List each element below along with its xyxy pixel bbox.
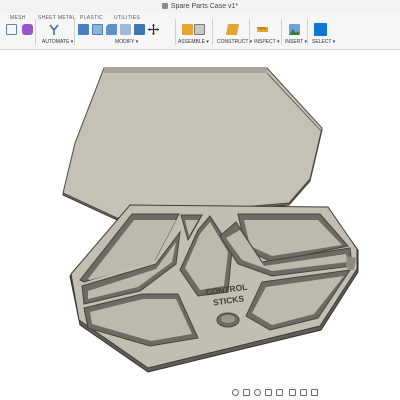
tab-utilities[interactable]: UTILITIES [114, 15, 140, 21]
inspect-group: INSPECT ▾ [252, 13, 282, 49]
look-at-icon[interactable] [243, 389, 250, 396]
ribbon-divider [307, 19, 308, 45]
tab-sheet-metal[interactable]: SHEET METAL [38, 15, 76, 21]
press-pull-icon[interactable] [78, 24, 89, 35]
tab-mesh[interactable]: MESH [10, 15, 26, 21]
chamfer-icon[interactable] [106, 24, 117, 35]
fillet-icon[interactable] [92, 24, 103, 35]
joint-icon[interactable] [194, 24, 205, 35]
mesh-form-icon[interactable] [22, 24, 33, 35]
grid-settings-icon[interactable] [300, 389, 307, 396]
inspect-menu[interactable]: INSPECT ▾ [254, 39, 279, 45]
canvas-viewport[interactable]: CONTROL STICKS [0, 50, 400, 386]
document-icon [161, 3, 168, 10]
document-title: Spare Parts Case v1* [170, 3, 239, 10]
navigation-bar [0, 386, 400, 400]
zoom-icon[interactable] [265, 389, 272, 396]
automate-icon[interactable] [48, 24, 60, 36]
move-icon[interactable] [148, 24, 159, 35]
ribbon-divider [74, 19, 75, 45]
toolbar-ribbon: MESH SHEET METAL AUTOMATE ▾ PLASTIC UTIL… [0, 13, 400, 50]
modify-group: PLASTIC UTILITIES MODIFY ▾ [78, 13, 173, 49]
pan-icon[interactable] [254, 389, 261, 396]
insert-image-icon[interactable] [289, 24, 300, 35]
title-bar: Spare Parts Case v1* [0, 0, 400, 14]
assemble-group: ASSEMBLE ▾ [178, 13, 210, 49]
case-lid[interactable] [62, 67, 323, 221]
tab-plastic[interactable]: PLASTIC [80, 15, 103, 21]
construct-menu[interactable]: CONSTRUCT ▾ [217, 39, 252, 45]
ribbon-divider [281, 19, 282, 45]
insert-menu[interactable]: INSERT ▾ [285, 39, 307, 45]
select-icon[interactable] [314, 23, 327, 36]
viewports-icon[interactable] [311, 389, 318, 396]
case-base-tray[interactable]: CONTROL STICKS [69, 204, 359, 373]
ribbon-divider [35, 19, 36, 45]
assemble-menu[interactable]: ASSEMBLE ▾ [178, 39, 209, 45]
orbit-icon[interactable] [232, 389, 239, 396]
select-group: SELECT ▾ [310, 13, 336, 49]
select-menu[interactable]: SELECT ▾ [312, 39, 335, 45]
measure-icon[interactable] [257, 24, 268, 35]
ribbon-divider [175, 19, 176, 45]
modify-menu[interactable]: MODIFY ▾ [115, 39, 138, 45]
fit-icon[interactable] [276, 389, 283, 396]
mesh-group: MESH [6, 13, 34, 49]
display-settings-icon[interactable] [289, 389, 296, 396]
mesh-tool-icon[interactable] [6, 24, 17, 35]
ribbon-divider [249, 19, 250, 45]
shell-icon[interactable] [120, 24, 131, 35]
model-render: CONTROL STICKS [62, 67, 359, 373]
ribbon-divider [212, 19, 213, 45]
combine-icon[interactable] [134, 24, 145, 35]
automate-menu[interactable]: AUTOMATE ▾ [42, 39, 73, 45]
new-component-icon[interactable] [182, 24, 193, 35]
offset-plane-icon[interactable] [225, 24, 240, 35]
thumb-notch [216, 312, 240, 328]
sheet-metal-group: SHEET METAL AUTOMATE ▾ [38, 13, 75, 49]
